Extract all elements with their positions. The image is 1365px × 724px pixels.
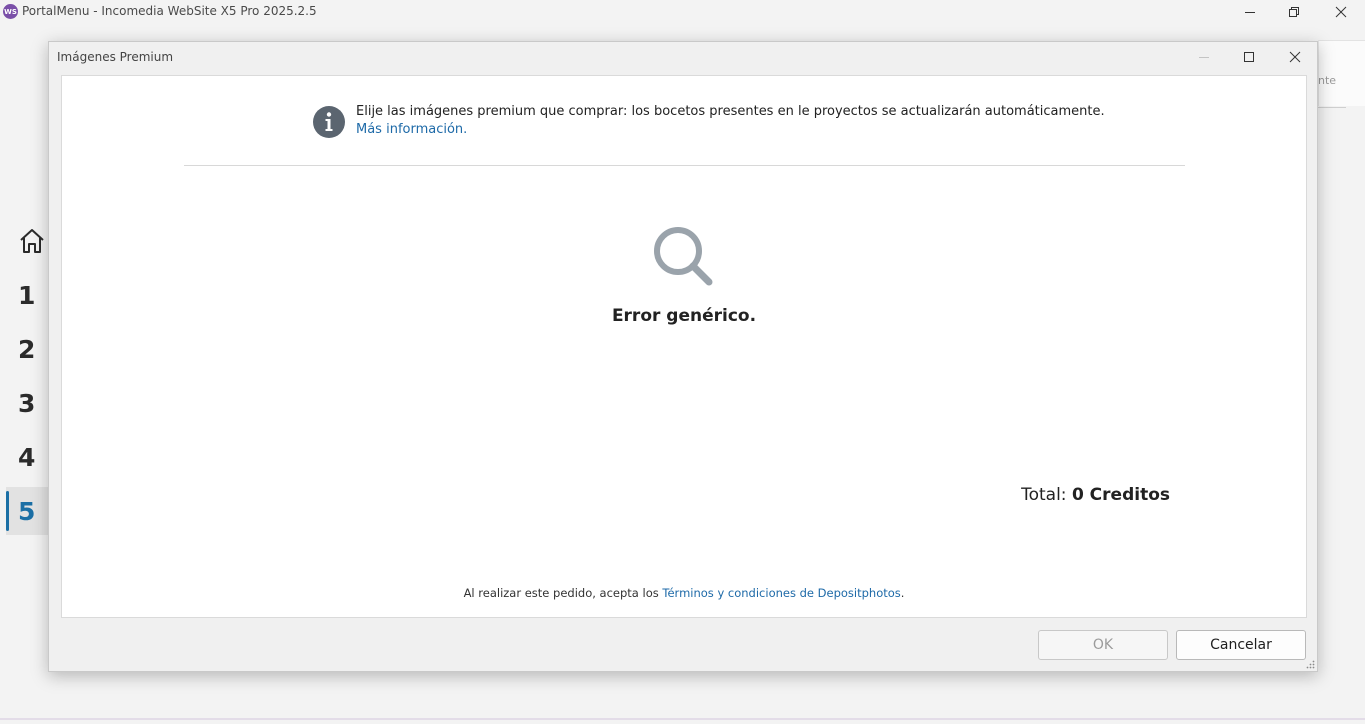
terms-suffix: . (900, 586, 905, 600)
app-logo-icon: WS (3, 4, 18, 19)
sidebar-step-4[interactable]: 4 (6, 433, 48, 481)
ok-button[interactable]: OK (1038, 630, 1168, 660)
dialog-title: Imágenes Premium (57, 50, 174, 64)
total-value: 0 Creditos (1071, 485, 1170, 505)
app-title: PortalMenu - Incomedia WebSite X5 Pro 20… (22, 4, 317, 18)
total-credits: Total: 0 Creditos (1021, 485, 1170, 505)
info-message: Elije las imágenes premium que comprar: … (356, 104, 1105, 119)
app-close-button[interactable] (1318, 0, 1364, 24)
sidebar-step-1[interactable]: 1 (6, 271, 48, 319)
info-icon (313, 106, 345, 138)
premium-images-dialog: Imágenes Premium Elije las imágenes prem… (48, 41, 1318, 672)
terms-prefix: Al realizar este pedido, acepta los (463, 586, 663, 600)
minimize-button[interactable] (1227, 0, 1273, 24)
sidebar-step-5[interactable]: 5 (6, 487, 48, 535)
close-icon (1289, 51, 1301, 63)
error-message: Error genérico. (611, 306, 757, 326)
dialog-content: Elije las imágenes premium que comprar: … (61, 75, 1307, 618)
resize-grip-icon[interactable] (1305, 659, 1315, 669)
header-divider (184, 165, 1185, 166)
restore-icon (1289, 7, 1299, 17)
dialog-close-button[interactable] (1275, 45, 1315, 69)
terms-notice: Al realizar este pedido, acepta los Térm… (62, 586, 1306, 600)
background-panel-divider (1318, 107, 1346, 108)
dialog-maximize-button[interactable] (1229, 45, 1269, 69)
dialog-minimize-button[interactable] (1184, 45, 1224, 69)
home-icon (20, 229, 44, 253)
terms-link[interactable]: Términos y condiciones de Depositphotos (662, 586, 900, 600)
sidebar-step-3[interactable]: 3 (6, 379, 48, 427)
search-icon (654, 227, 713, 286)
more-info-link[interactable]: Más información. (356, 122, 467, 137)
total-label: Total: (1021, 485, 1067, 505)
maximize-icon (1244, 52, 1254, 62)
restore-button[interactable] (1271, 0, 1317, 24)
sidebar-step-2[interactable]: 2 (6, 325, 48, 373)
close-icon (1335, 6, 1347, 18)
minimize-icon (1245, 12, 1255, 13)
minimize-icon (1199, 57, 1209, 58)
app-bottom-divider (0, 718, 1365, 720)
app-titlebar: WS PortalMenu - Incomedia WebSite X5 Pro… (0, 0, 1365, 24)
background-panel (1318, 40, 1365, 106)
cancel-button[interactable]: Cancelar (1176, 630, 1306, 660)
sidebar-home[interactable] (18, 227, 46, 255)
background-panel-text: nte (1318, 74, 1337, 87)
